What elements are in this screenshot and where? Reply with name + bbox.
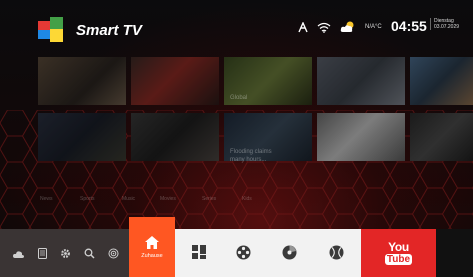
date-text: 03.07.2029 [434, 24, 460, 30]
apps-grid-icon[interactable] [188, 241, 210, 263]
youtube-tile[interactable]: You Tube [361, 229, 436, 277]
thumbnail-tile[interactable] [131, 113, 219, 161]
home-tile[interactable]: Zuhause [129, 217, 175, 277]
settings-icon[interactable] [60, 248, 71, 259]
file-icon[interactable] [37, 248, 48, 259]
home-icon [145, 235, 159, 249]
broadcast-icon[interactable] [108, 248, 119, 259]
thumbnail-tile[interactable] [131, 57, 219, 105]
film-reel-icon[interactable] [232, 241, 254, 263]
thumbnail-tile[interactable] [317, 113, 405, 161]
app-strip [175, 229, 361, 277]
smart-tv-logo [38, 17, 64, 43]
category-label[interactable]: Movies [160, 196, 176, 202]
dock-end-panel [436, 229, 473, 277]
category-label[interactable]: Kids [242, 196, 252, 202]
thumbnail-tile[interactable] [410, 57, 473, 105]
weather-cloud-icon [340, 21, 356, 33]
smart-tv-home-screen: Smart TV N/A°C 04:55 Dienstag 03.07.2029 [0, 0, 473, 277]
thumbnail-tile[interactable] [38, 57, 126, 105]
category-label[interactable]: News [40, 196, 53, 202]
clock-time: 04:55 [391, 18, 427, 34]
category-label[interactable]: Music [122, 196, 135, 202]
music-disc-icon[interactable] [278, 241, 300, 263]
youtube-logo-tube: Tube [384, 253, 413, 265]
thumbnail-tile[interactable] [317, 57, 405, 105]
cloud-icon[interactable] [13, 248, 24, 259]
search-icon[interactable] [84, 248, 95, 259]
youtube-logo-you: You [388, 239, 409, 254]
thumbnail-caption: many hours... [230, 157, 267, 163]
category-label[interactable]: Sports [80, 196, 94, 202]
wifi-icon[interactable] [317, 22, 331, 33]
top-bar: Smart TV N/A°C 04:55 Dienstag 03.07.2029 [0, 0, 473, 54]
user-icon[interactable] [298, 21, 308, 33]
thumbnail-caption: Global [230, 95, 248, 101]
home-label: Zuhause [141, 252, 163, 259]
status-icons: N/A°C [298, 16, 382, 38]
category-label[interactable]: Series [202, 196, 216, 202]
date-box: Dienstag 03.07.2029 [430, 18, 459, 30]
thumbnail-tile[interactable] [410, 113, 473, 161]
thumbnail-caption: Flooding claims [230, 149, 272, 155]
temperature-text: N/A°C [365, 24, 382, 30]
app-title: Smart TV [76, 22, 142, 39]
content-thumbnails: Global Flooding claims many hours... [38, 57, 473, 167]
sports-ball-icon[interactable] [325, 241, 347, 263]
thumbnail-tile[interactable] [38, 113, 126, 161]
